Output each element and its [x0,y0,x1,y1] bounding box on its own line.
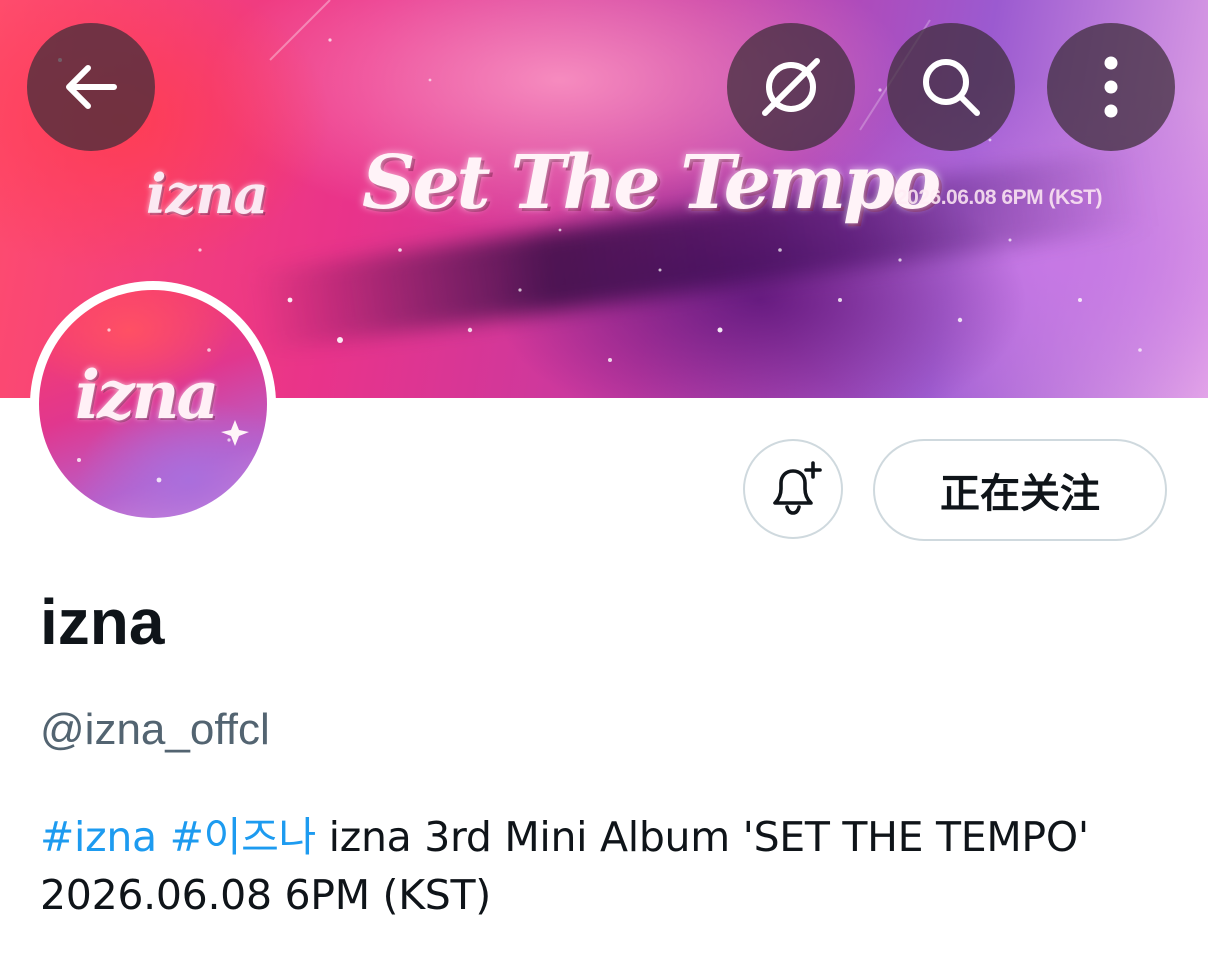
banner-date-text: 2026.06.08 6PM (KST) [896,186,1102,209]
following-button[interactable]: 正在关注 [873,439,1167,541]
grok-button[interactable] [727,23,855,151]
back-button[interactable] [27,23,155,151]
avatar[interactable]: izna [30,281,276,527]
profile-bio: #izna #이즈나 izna 3rd Mini Album 'SET THE … [40,808,1170,924]
notify-button[interactable] [743,439,843,539]
banner-logo-text: izna [146,162,268,226]
arrow-left-icon [66,65,117,109]
banner-title-text: Set The Tempo [362,140,941,226]
more-button[interactable] [1047,23,1175,151]
bell-plus-icon [773,461,822,515]
avatar-logo-text: izna [75,356,219,434]
slash-circle-icon [762,58,820,116]
profile-page: izna Set The Tempo 2026.06.08 6PM (KST) [0,0,1208,960]
user-handle: @izna_offcl [40,705,270,754]
hashtag-link-korean[interactable]: #이즈나 [170,813,317,861]
search-icon [923,59,980,116]
hashtag-link-izna[interactable]: #izna [40,813,157,861]
search-button[interactable] [887,23,1015,151]
more-vertical-icon [1104,56,1118,118]
display-name: izna [40,586,165,658]
avatar-image: izna [39,290,267,518]
